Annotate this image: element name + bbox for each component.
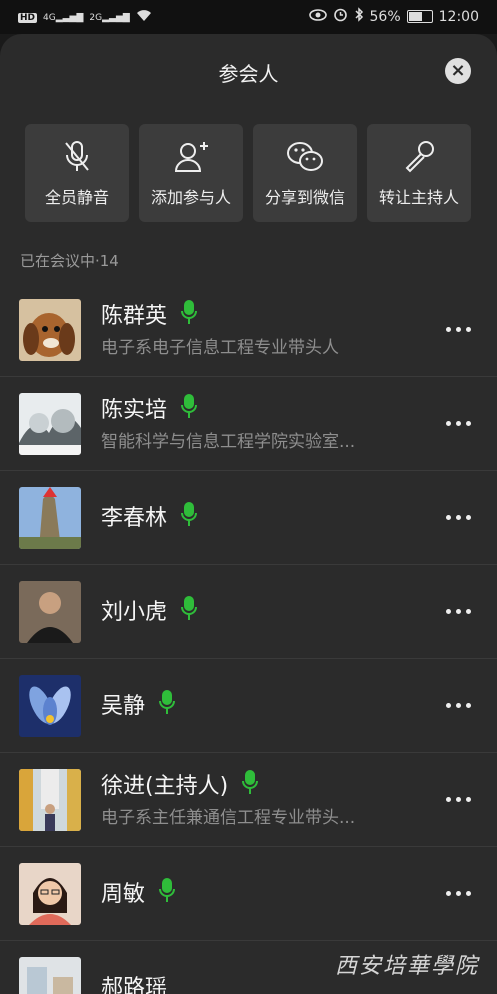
participant-desc: 电子系电子信息工程专业带头人 [101,338,339,358]
participant-row[interactable]: 吴静 [0,659,497,753]
share-wechat-label: 分享到微信 [264,188,345,207]
sheet-title: 参会人 [218,62,279,86]
signal-4g-label: 4G [43,12,56,23]
participant-row[interactable]: 刘小虎 [0,565,497,659]
mic-on-icon [242,769,259,799]
participant-desc: 电子系主任兼通信工程专业带头... [101,808,356,828]
share-wechat-button[interactable]: 分享到微信 [253,124,357,222]
mic-on-icon [181,299,198,329]
participant-desc: 智能科学与信息工程学院实验室... [101,432,356,452]
participant-row[interactable]: 周敏 [0,847,497,941]
wifi-icon [136,9,152,26]
mic-on-icon [159,689,176,719]
participant-list: 陈群英 电子系电子信息工程专业带头人 陈实培 智能科学与信息工程学院实验室...… [0,283,497,994]
participant-row[interactable]: 陈实培 智能科学与信息工程学院实验室... [0,377,497,471]
close-button[interactable]: × [445,58,471,84]
avatar [19,675,81,737]
battery-percent: 56% [369,8,401,25]
bluetooth-icon [354,7,364,26]
battery-level [408,12,423,21]
more-options-button[interactable] [446,703,471,708]
participant-name: 徐进(主持人) [101,774,229,799]
signal-4g-icon: 4G▂▃▅▇ [43,12,84,23]
participant-name: 吴静 [101,694,146,719]
participant-count: 已在会议中·14 [20,252,119,270]
participant-row[interactable]: 陈群英 电子系电子信息工程专业带头人 [0,283,497,377]
more-options-button[interactable] [446,327,471,332]
add-participant-button[interactable]: 添加参与人 [139,124,243,222]
avatar [19,581,81,643]
mic-on-icon [181,501,198,531]
participant-name: 陈群英 [101,304,168,329]
hd-indicator: HD [18,12,38,23]
mic-on-icon [181,595,198,625]
action-bar: 全员静音 添加参与人 分享到微信 转让主持人 [25,124,471,222]
wechat-icon [287,142,323,171]
watermark-logo: 西安培華學院 [334,954,479,979]
transfer-host-label: 转让主持人 [378,188,459,207]
participant-row[interactable]: 李春林 [0,471,497,565]
eye-icon [308,8,327,25]
transfer-host-button[interactable]: 转让主持人 [367,124,471,222]
signal-2g-icon: 2G▂▃▅▇ [89,12,130,23]
avatar [19,487,81,549]
participant-row[interactable]: 徐进(主持人) 电子系主任兼通信工程专业带头... [0,753,497,847]
avatar [19,299,81,361]
avatar [19,863,81,925]
avatar [19,769,81,831]
participant-name: 李春林 [101,506,168,531]
status-bar: HD 4G▂▃▅▇ 2G▂▃▅▇ 56% 12:00 [0,0,497,34]
mic-on-icon [181,393,198,423]
clock: 12:00 [438,8,479,25]
avatar [19,957,81,994]
add-user-icon [174,142,208,172]
more-options-button[interactable] [446,797,471,802]
mic-on-icon [159,877,176,907]
alarm-icon [333,7,348,26]
participants-sheet: 参会人 × 全员静音 添加参与人 分享到微信 转让主持人 已在会议中·14 陈群… [0,34,497,994]
more-options-button[interactable] [446,421,471,426]
battery-icon [406,10,433,23]
participant-name: 刘小虎 [101,600,168,625]
avatar [19,393,81,455]
participant-name: 周敏 [101,882,146,907]
mute-all-label: 全员静音 [44,188,109,207]
participant-name: 陈实培 [101,398,168,423]
more-options-button[interactable] [446,515,471,520]
mic-off-icon [65,141,89,171]
more-options-button[interactable] [446,609,471,614]
add-participant-label: 添加参与人 [150,188,231,207]
mute-all-button[interactable]: 全员静音 [25,124,129,222]
participant-name: 郝路瑶 [101,976,168,994]
signal-2g-label: 2G [89,12,103,23]
transfer-host-icon [405,141,434,173]
more-options-button[interactable] [446,891,471,896]
